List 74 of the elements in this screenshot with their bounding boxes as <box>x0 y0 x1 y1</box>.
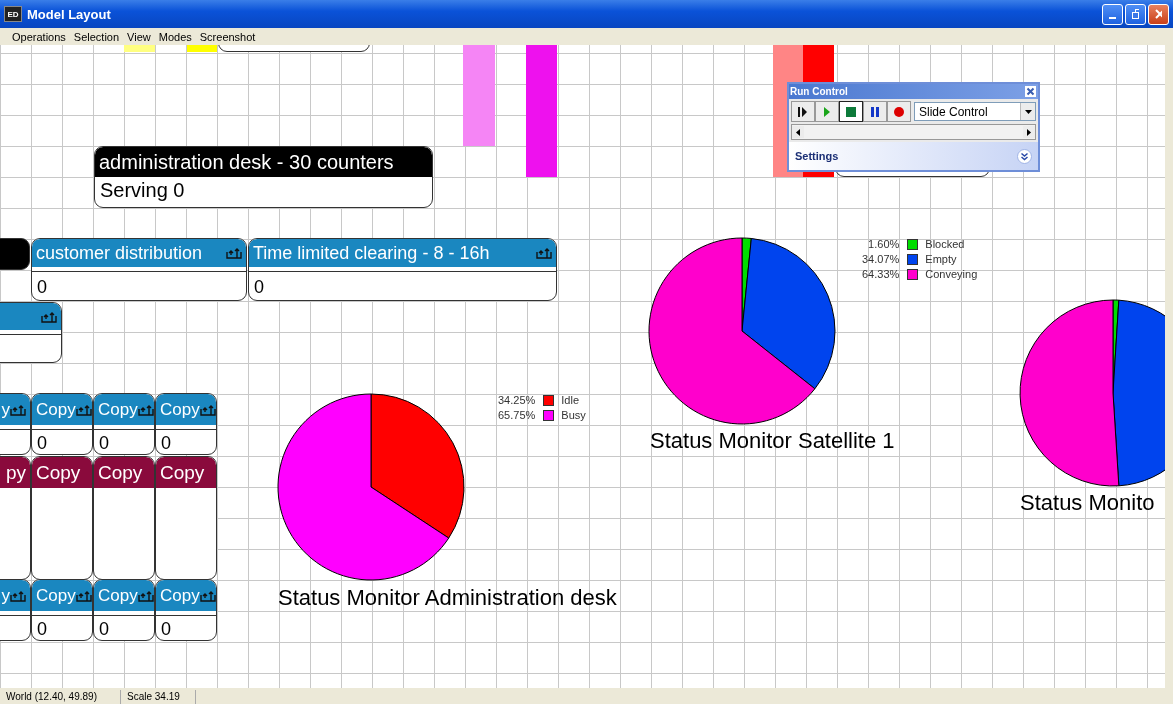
block-value: 0 <box>249 271 556 300</box>
caret-icon <box>1024 109 1032 114</box>
panel-title: Run Control <box>790 86 848 97</box>
right-arrow-icon <box>1027 128 1031 136</box>
block-title: Copy <box>160 461 205 484</box>
block-value: 0 <box>32 615 92 640</box>
legend-value: 65.75% <box>498 409 536 421</box>
horizontal-scrollbar[interactable] <box>791 124 1036 140</box>
settings-panel[interactable]: Settings <box>789 142 1038 170</box>
block-value: Serving 0 <box>99 178 186 203</box>
legend-label: Idle <box>561 394 581 406</box>
step-icon <box>796 104 810 119</box>
block-value: 0 <box>94 615 154 640</box>
block-title: Time limited clearing - 8 - 16h <box>253 242 490 264</box>
minimize-button[interactable] <box>1102 3 1123 25</box>
block-title: administration desk - 30 counters <box>99 150 394 174</box>
pause-icon <box>868 104 882 119</box>
block-title: y <box>1 399 10 420</box>
mode-dropdown[interactable]: Slide Control <box>914 102 1036 121</box>
close-icon <box>1025 86 1036 97</box>
menu-item[interactable]: Screenshot <box>195 30 260 43</box>
left-arrow-icon <box>796 128 800 136</box>
block-title: customer distribution <box>36 242 203 264</box>
block-value: 0 <box>32 271 246 300</box>
legend-swatch <box>543 394 555 406</box>
app-icon: ED <box>4 6 22 22</box>
status-text: Scale 34.19 <box>121 689 196 704</box>
block-value: 0 <box>156 615 216 640</box>
block-title: py <box>5 461 26 484</box>
block-title: Copy <box>36 585 76 606</box>
block-title: Copy <box>98 461 143 484</box>
menu-item[interactable]: Operations <box>8 30 70 43</box>
legend-label: Busy <box>561 409 586 421</box>
legend-swatch <box>543 409 555 421</box>
chart-title: Status Monitor Satellite 1 <box>650 428 895 454</box>
block-title: Copy <box>98 399 138 420</box>
block-title: Copy <box>160 399 200 420</box>
close-icon <box>1155 9 1162 19</box>
record-icon <box>892 104 906 119</box>
block-title: Copy <box>98 585 138 606</box>
legend-value: 34.07% <box>862 253 900 265</box>
legend-swatch <box>907 253 919 265</box>
stop-button[interactable] <box>839 101 863 122</box>
status-text: World (12.40, 49.89) <box>0 689 121 704</box>
block-title: y <box>1 585 10 606</box>
block-title: Copy <box>36 461 81 484</box>
pie-slice <box>741 237 836 390</box>
pie-slice <box>370 393 465 539</box>
minimize-icon <box>1109 16 1116 19</box>
legend-label: Conveying <box>925 268 978 280</box>
stop-icon <box>844 104 858 119</box>
legend-label: Empty <box>925 253 958 265</box>
menu-item[interactable]: Selection <box>69 30 124 43</box>
legend-swatch <box>907 238 919 250</box>
record-button[interactable] <box>887 101 911 122</box>
restore-button[interactable] <box>1125 3 1146 25</box>
pause-button[interactable] <box>863 101 887 122</box>
restore-icon <box>1132 8 1139 20</box>
block-title: Copy <box>160 585 200 606</box>
chart-title: Status Monito <box>1020 490 1155 516</box>
panel-label: Settings <box>795 150 839 162</box>
legend-value: 1.60% <box>867 238 900 250</box>
menu-item[interactable]: Modes <box>154 30 196 43</box>
legend-value: 34.25% <box>498 394 536 406</box>
close-button[interactable] <box>1025 86 1036 97</box>
chart-title: Status Monitor Administration desk <box>278 585 617 611</box>
legend-swatch <box>907 268 919 280</box>
window-title: Model Layout <box>27 6 112 22</box>
step-button[interactable] <box>791 101 815 122</box>
block-title: Copy <box>36 399 76 420</box>
legend-label: Blocked <box>925 238 966 250</box>
menu-item[interactable]: View <box>123 30 155 43</box>
legend-value: 64.33% <box>862 268 900 280</box>
chevron-icon[interactable] <box>1017 148 1032 164</box>
